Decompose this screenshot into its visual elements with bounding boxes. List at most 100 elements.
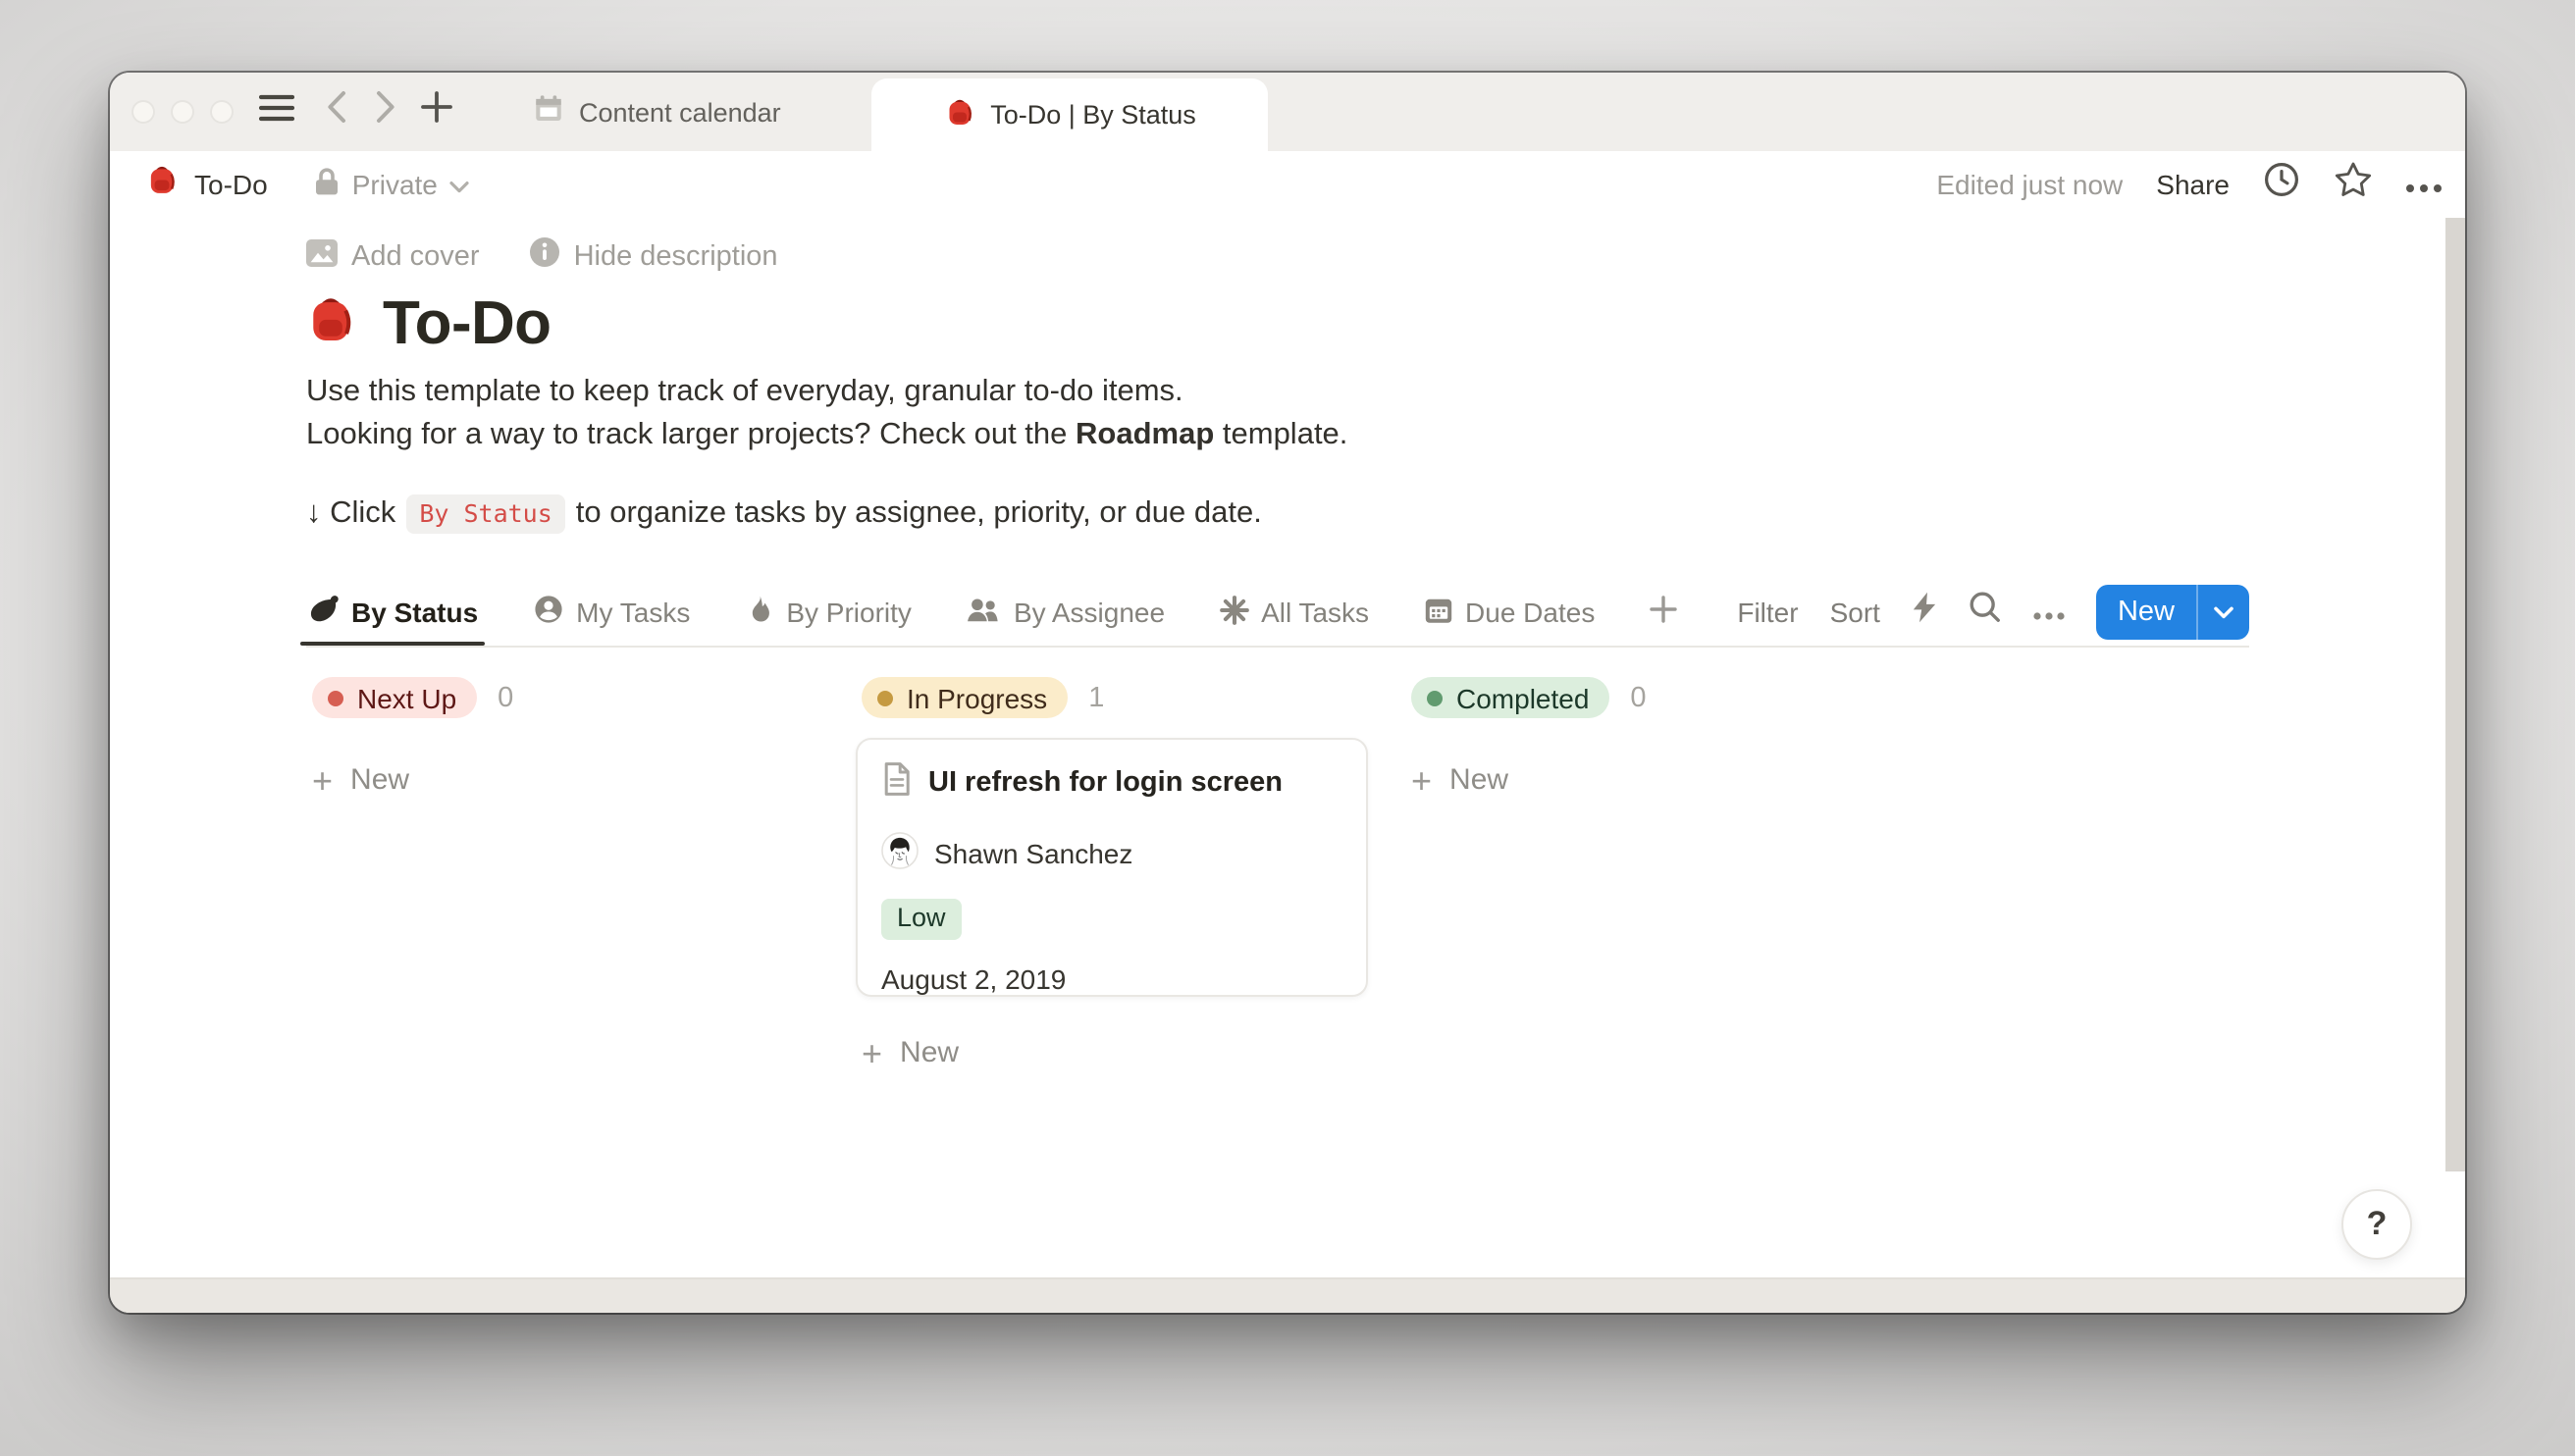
asterisk-icon — [1218, 594, 1249, 631]
view-tab-by-status[interactable]: By Status — [306, 579, 478, 646]
horizontal-scrollbar[interactable] — [110, 1277, 2465, 1313]
breadcrumb: To-Do Private — [145, 151, 469, 216]
close-window-button[interactable] — [131, 100, 155, 124]
view-tab-label: Due Dates — [1465, 597, 1595, 628]
kanban-board: Next Up 0 + New In Progress 1 — [306, 677, 2465, 1277]
vertical-scrollbar[interactable] — [2445, 218, 2465, 1171]
plus-icon — [420, 90, 453, 133]
hide-description-button[interactable]: Hide description — [531, 237, 778, 275]
hamburger-icon — [259, 93, 294, 130]
view-tab-label: All Tasks — [1261, 597, 1369, 628]
page-description[interactable]: Use this template to keep track of every… — [306, 371, 1347, 455]
plus-icon: + — [862, 1039, 882, 1066]
toolbar-divider — [306, 646, 2249, 648]
new-button-group: New — [2096, 585, 2249, 640]
chevron-left-icon — [326, 90, 347, 133]
database-controls: Filter Sort — [1737, 579, 2249, 646]
view-tab-due-dates[interactable]: Due Dates — [1422, 579, 1595, 646]
zoom-window-button[interactable] — [210, 100, 234, 124]
share-button[interactable]: Share — [2156, 168, 2230, 199]
card-assignee-row: Shawn Sanchez — [881, 832, 1342, 875]
priority-tag: Low — [881, 899, 962, 939]
roadmap-link[interactable]: Roadmap — [1076, 417, 1214, 450]
page-title-row: To-Do — [304, 288, 551, 359]
view-tab-all-tasks[interactable]: All Tasks — [1218, 579, 1369, 646]
add-card-label: New — [1449, 763, 1508, 797]
ellipsis-icon — [2033, 595, 2065, 630]
new-dropdown-button[interactable] — [2198, 585, 2249, 640]
calendar-icon — [534, 94, 563, 130]
nav-back-button[interactable] — [326, 73, 347, 151]
task-card[interactable]: UI refresh for login screen — [856, 738, 1368, 997]
card-title: UI refresh for login screen — [928, 767, 1283, 799]
view-tab-my-tasks[interactable]: My Tasks — [531, 579, 690, 646]
sidebar-toggle-button[interactable] — [259, 73, 294, 151]
clock-icon — [2263, 160, 2300, 207]
add-cover-label: Add cover — [351, 240, 480, 272]
description-line-2: Looking for a way to track larger projec… — [306, 413, 1347, 455]
add-card-button[interactable]: + New — [862, 1036, 959, 1069]
add-card-button[interactable]: + New — [1411, 763, 1508, 797]
status-label: In Progress — [907, 682, 1047, 713]
search-button[interactable] — [1969, 591, 2002, 634]
status-pill-completed: Completed — [1411, 677, 1608, 718]
status-label: Completed — [1456, 682, 1589, 713]
favorite-button[interactable] — [2334, 160, 2373, 207]
chevron-down-icon — [449, 168, 469, 199]
privacy-dropdown[interactable]: Private — [315, 166, 469, 201]
page-title[interactable]: To-Do — [383, 288, 551, 359]
add-card-button[interactable]: + New — [312, 763, 409, 797]
status-dot — [877, 690, 893, 705]
image-icon — [306, 238, 338, 274]
add-card-label: New — [350, 763, 409, 797]
backpack-emoji — [943, 96, 974, 133]
view-tab-by-assignee[interactable]: By Assignee — [965, 579, 1165, 646]
status-dot — [1427, 690, 1443, 705]
view-tab-by-priority[interactable]: By Priority — [743, 579, 912, 646]
breadcrumb-page-title[interactable]: To-Do — [194, 168, 268, 199]
filter-button[interactable]: Filter — [1737, 597, 1798, 628]
plus-icon — [1648, 595, 1677, 630]
help-button[interactable]: ? — [2341, 1189, 2412, 1260]
add-cover-button[interactable]: Add cover — [306, 238, 480, 274]
chevron-down-icon — [2214, 595, 2233, 630]
description-line-1: Use this template to keep track of every… — [306, 371, 1347, 413]
column-header[interactable]: Next Up 0 — [312, 677, 513, 718]
view-options-button[interactable] — [2033, 595, 2065, 630]
history-button[interactable] — [2263, 160, 2300, 207]
minimize-window-button[interactable] — [171, 100, 194, 124]
add-view-button[interactable] — [1648, 579, 1677, 646]
page-header: To-Do Private Edited just now — [110, 151, 2465, 216]
plus-icon: + — [312, 766, 333, 794]
down-arrow-glyph: ↓ — [306, 496, 322, 530]
column-header[interactable]: Completed 0 — [1411, 677, 1647, 718]
status-dot — [328, 690, 343, 705]
column-count: 1 — [1088, 682, 1104, 713]
info-icon — [531, 237, 560, 275]
people-icon — [965, 593, 1002, 632]
status-pill-in-progress: In Progress — [862, 677, 1067, 718]
status-pill-next-up: Next Up — [312, 677, 476, 718]
assignee-name: Shawn Sanchez — [934, 838, 1132, 869]
backpack-emoji — [304, 292, 357, 355]
edited-status: Edited just now — [1936, 168, 2123, 199]
view-tab-label: My Tasks — [576, 597, 690, 628]
new-tab-button[interactable] — [420, 73, 453, 151]
nav-forward-button[interactable] — [375, 73, 396, 151]
backpack-emoji — [145, 162, 179, 205]
automations-button[interactable] — [1912, 591, 1937, 634]
new-button[interactable]: New — [2096, 585, 2196, 640]
column-header[interactable]: In Progress 1 — [862, 677, 1104, 718]
calendar-icon — [1422, 594, 1453, 631]
tab-label: Content calendar — [579, 97, 781, 127]
lightning-icon — [1912, 591, 1937, 634]
tab-content-calendar[interactable]: Content calendar — [514, 73, 801, 151]
tab-todo-by-status[interactable]: To-Do | By Status — [871, 78, 1268, 151]
card-due-date: August 2, 2019 — [881, 962, 1342, 994]
flame-icon — [743, 593, 774, 632]
sort-button[interactable]: Sort — [1830, 597, 1880, 628]
window-tab-bar: Content calendar To-Do | By Status — [110, 73, 2465, 151]
more-options-button[interactable] — [2406, 166, 2442, 201]
column-count: 0 — [1630, 682, 1646, 713]
hint-line: ↓ ClickBy Statusto organize tasks by ass… — [306, 496, 1262, 532]
